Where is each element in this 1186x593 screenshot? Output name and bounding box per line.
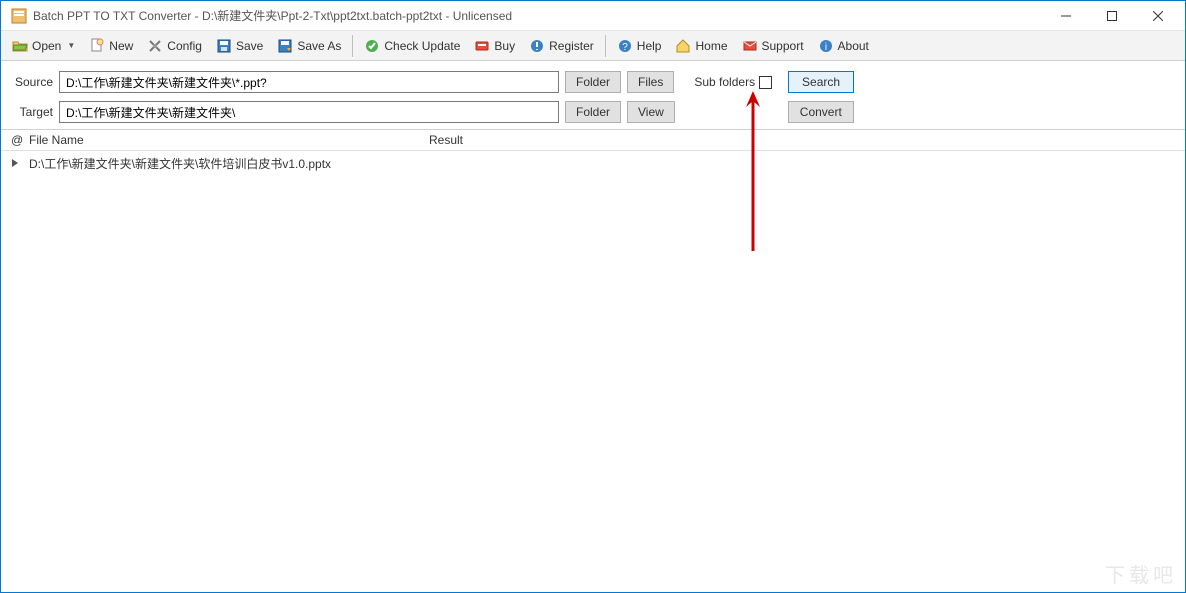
source-row: Source Folder Files Sub folders Search	[13, 71, 1173, 93]
home-button[interactable]: Home	[668, 34, 734, 58]
open-label: Open	[32, 39, 61, 53]
subfolders-checkbox[interactable]	[759, 76, 772, 89]
buy-button[interactable]: Buy	[467, 34, 522, 58]
app-icon	[11, 8, 27, 24]
home-label: Home	[695, 39, 727, 53]
target-view-button[interactable]: View	[627, 101, 675, 123]
cart-icon	[474, 38, 490, 54]
play-icon	[1, 158, 29, 168]
toolbar-separator	[605, 35, 606, 57]
col-header-filename[interactable]: File Name	[29, 133, 429, 147]
source-files-button[interactable]: Files	[627, 71, 674, 93]
support-icon	[742, 38, 758, 54]
subfolders-group: Sub folders	[694, 75, 772, 89]
target-input[interactable]	[59, 101, 559, 123]
register-icon	[529, 38, 545, 54]
gear-icon	[147, 38, 163, 54]
home-icon	[675, 38, 691, 54]
titlebar: Batch PPT TO TXT Converter - D:\新建文件夹\Pp…	[1, 1, 1185, 31]
target-row: Target Folder View Convert	[13, 101, 1173, 123]
config-button[interactable]: Config	[140, 34, 209, 58]
target-label: Target	[13, 105, 53, 119]
maximize-button[interactable]	[1089, 1, 1135, 31]
source-folder-button[interactable]: Folder	[565, 71, 621, 93]
check-icon	[364, 38, 380, 54]
minimize-button[interactable]	[1043, 1, 1089, 31]
watermark: 下载吧	[1105, 559, 1177, 588]
register-label: Register	[549, 39, 594, 53]
open-button[interactable]: Open ▼	[5, 34, 82, 58]
col-header-result[interactable]: Result	[429, 133, 1185, 147]
support-button[interactable]: Support	[735, 34, 811, 58]
save-as-icon	[277, 38, 293, 54]
chevron-down-icon: ▼	[67, 41, 75, 50]
save-label: Save	[236, 39, 263, 53]
col-header-status[interactable]: @	[1, 133, 29, 147]
save-icon	[216, 38, 232, 54]
source-input[interactable]	[59, 71, 559, 93]
buy-label: Buy	[494, 39, 515, 53]
save-as-label: Save As	[297, 39, 341, 53]
toolbar-separator	[352, 35, 353, 57]
window-title: Batch PPT TO TXT Converter - D:\新建文件夹\Pp…	[33, 7, 1043, 24]
config-label: Config	[167, 39, 202, 53]
file-name-cell: D:\工作\新建文件夹\新建文件夹\软件培训白皮书v1.0.pptx	[29, 155, 429, 172]
about-label: About	[838, 39, 869, 53]
subfolders-label: Sub folders	[694, 75, 755, 89]
help-icon: ?	[617, 38, 633, 54]
folder-open-icon	[12, 38, 28, 54]
convert-button[interactable]: Convert	[788, 101, 854, 123]
save-as-button[interactable]: Save As	[270, 34, 348, 58]
svg-text:?: ?	[622, 42, 628, 53]
check-update-label: Check Update	[384, 39, 460, 53]
toolbar: Open ▼ New Config Save Save As Check Upd…	[1, 31, 1185, 61]
search-button[interactable]: Search	[788, 71, 854, 93]
register-button[interactable]: Register	[522, 34, 601, 58]
help-button[interactable]: ? Help	[610, 34, 669, 58]
list-item[interactable]: D:\工作\新建文件夹\新建文件夹\软件培训白皮书v1.0.pptx	[1, 151, 1185, 173]
file-list: D:\工作\新建文件夹\新建文件夹\软件培训白皮书v1.0.pptx	[1, 151, 1185, 173]
new-label: New	[109, 39, 133, 53]
help-label: Help	[637, 39, 662, 53]
check-update-button[interactable]: Check Update	[357, 34, 467, 58]
target-folder-button[interactable]: Folder	[565, 101, 621, 123]
new-button[interactable]: New	[82, 34, 140, 58]
form-area: Source Folder Files Sub folders Search T…	[1, 61, 1185, 129]
list-header: @ File Name Result	[1, 129, 1185, 151]
about-button[interactable]: i About	[811, 34, 876, 58]
close-button[interactable]	[1135, 1, 1181, 31]
info-icon: i	[818, 38, 834, 54]
support-label: Support	[762, 39, 804, 53]
source-label: Source	[13, 75, 53, 89]
save-button[interactable]: Save	[209, 34, 270, 58]
svg-text:i: i	[824, 42, 826, 53]
window-controls	[1043, 1, 1181, 30]
new-file-icon	[89, 38, 105, 54]
